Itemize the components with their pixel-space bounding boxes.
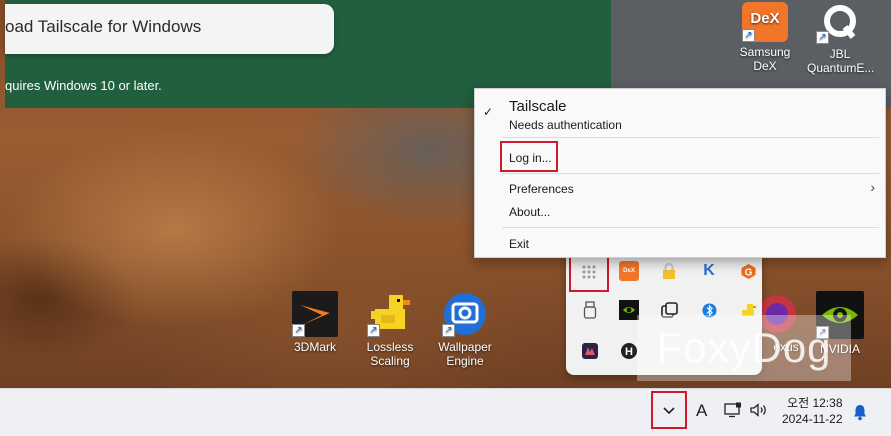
shortcut-arrow-icon: ↗ [742,29,755,42]
chevron-right-icon: › [870,179,875,195]
wallpaper-engine-icon: ↗ [442,291,488,337]
lossless-scaling-duck-icon: ↗ [367,291,413,337]
dex-tray-icon[interactable]: DeX [619,261,639,281]
desktop-icon-label: 3DMark [293,340,336,354]
menu-item-about[interactable]: About... [509,205,550,219]
usb-drive-icon [583,301,597,319]
menu-divider [502,137,879,138]
tailscale-context-menu: ✓ Tailscale Needs authentication Log in.… [474,88,886,258]
nvidia-tray-icon[interactable] [619,300,639,320]
desktop-icon-label: JBL QuantumE... [807,47,875,75]
desktop-icon-label: Lossless Scaling [366,340,414,368]
jbl-quantum-icon: ↗ [816,2,864,44]
desktop-icon-3dmark[interactable]: ↗ 3DMark [275,291,355,354]
usb-device-tray-icon[interactable] [580,300,600,320]
menu-item-exit[interactable]: Exit [509,237,529,251]
desktop-icon-label: Wallpaper Engine [438,340,492,368]
menu-item-preferences[interactable]: Preferences [509,182,574,196]
menu-item-log-in[interactable]: Log in... [509,151,552,165]
download-button[interactable]: oad Tailscale for Windows [5,4,334,54]
grid-dots-icon [582,265,596,279]
h-app-tray-icon[interactable]: H [619,341,639,361]
checkmark-icon: ✓ [483,105,494,119]
desktop-icon-label: Samsung DeX [739,45,791,73]
bell-icon [854,405,866,421]
svg-text:G: G [744,267,752,278]
shortcut-arrow-icon: ↗ [816,31,829,44]
watermark: FoxyDog [637,315,851,381]
network-icon[interactable] [724,402,742,421]
dex-tray-label: DeX [623,268,635,274]
download-button-label: oad Tailscale for Windows [5,17,202,36]
shortcut-arrow-icon: ↗ [367,324,380,337]
samsung-dex-icon: DeX ↗ [742,2,788,42]
shortcut-arrow-icon: ↗ [292,324,305,337]
h-circle-icon: H [621,343,637,359]
monitor-network-icon [724,402,741,418]
g-hexagon-icon: G [741,263,755,279]
speaker-icon [750,403,766,417]
taskbar: A 오전 12:38 2024-11-22 [0,388,891,436]
desktop-icon-samsung-dex[interactable]: DeX ↗ Samsung DeX [725,2,805,73]
clock-time: 오전 12:38 [787,396,843,410]
requirements-note: quires Windows 10 or later. [5,78,162,93]
vpn-k-tray-icon[interactable]: K [699,261,719,281]
volume-icon[interactable] [749,402,769,421]
app-tray-icon[interactable] [580,341,600,361]
notification-bell-icon[interactable] [852,403,868,426]
desktop-icon-jbl-quantum[interactable]: ↗ JBL QuantumE... [800,2,880,75]
taskbar-clock[interactable]: 오전 12:38 2024-11-22 [782,395,843,427]
purple-app-icon [582,343,598,359]
clock-date: 2024-11-22 [782,412,843,426]
input-method-indicator[interactable]: A [696,401,707,421]
menu-status-text: Needs authentication [509,118,622,132]
show-hidden-icons-button[interactable] [651,391,687,429]
padlock-icon [663,262,675,279]
3dmark-icon: ↗ [292,291,338,337]
shortcut-arrow-icon: ↗ [442,324,455,337]
chevron-down-icon [663,407,675,415]
nvidia-small-eye-icon [623,307,635,313]
menu-divider [502,173,879,174]
g-hub-tray-icon[interactable]: G [738,261,758,281]
desktop-icon-lossless-scaling[interactable]: ↗ Lossless Scaling [350,291,430,368]
svg-text:H: H [625,346,633,358]
more-apps-grid-icon[interactable] [579,262,599,282]
lock-tray-icon[interactable] [659,261,679,281]
desktop-icon-wallpaper-engine[interactable]: ↗ Wallpaper Engine [425,291,505,368]
menu-divider [502,227,879,228]
menu-app-title: Tailscale [509,98,567,115]
